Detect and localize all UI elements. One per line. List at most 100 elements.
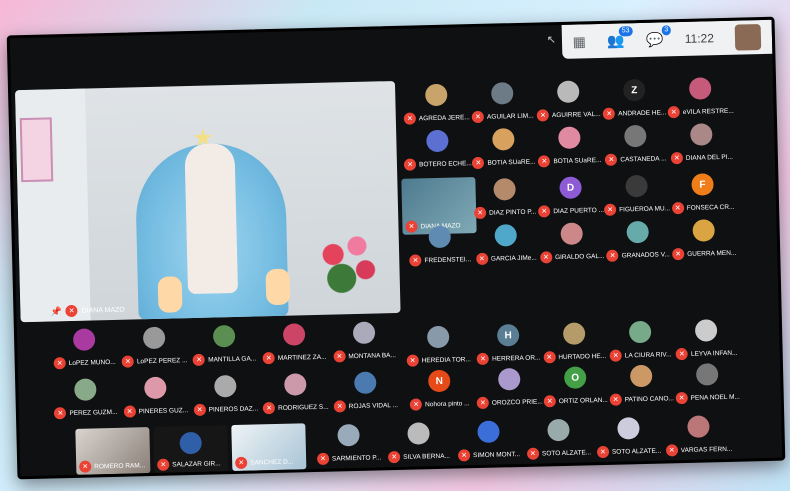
participant-tile[interactable]: F ✕ FONSECA CR... <box>665 171 740 219</box>
participant-tile[interactable]: ✕ HURTADO HE... <box>537 320 612 368</box>
participant-avatar <box>352 321 376 345</box>
participant-tile[interactable]: ✕ LEYVA INFAN... <box>669 317 744 365</box>
participant-tile[interactable]: ✕ ROJAS VIDAL ... <box>328 369 403 417</box>
participant-tile[interactable]: ✕ BOTERO ECHE... <box>400 127 475 175</box>
mic-off-icon: ✕ <box>457 449 471 462</box>
participant-name: AGREDA JERE... <box>418 113 470 122</box>
participant-tile[interactable]: ✕ GIRALDO GAL... <box>534 220 609 268</box>
participant-tile[interactable]: ✕ eVILA RESTRE... <box>663 75 738 123</box>
participant-avatar <box>692 219 715 242</box>
mic-off-icon: ✕ <box>670 151 683 165</box>
participant-tile[interactable]: ✕ GUERRA MEN... <box>666 217 741 265</box>
participant-name: MONTANA BA... <box>348 351 396 360</box>
participant-tile[interactable]: ✕ GRANADOS V... <box>600 218 675 266</box>
angel-figure <box>265 268 291 306</box>
participant-tile[interactable]: ✕ LA CIURA RIV... <box>603 318 678 366</box>
participant-tile[interactable]: ✕ BOTIA SUaRE... <box>466 125 541 173</box>
people-icon[interactable]: 👥 53 <box>607 25 633 49</box>
mic-off-icon: ✕ <box>53 357 66 370</box>
participant-avatar <box>688 77 712 100</box>
mic-off-icon: ✕ <box>526 447 540 460</box>
participant-avatar <box>426 129 449 153</box>
participant-name: DIAZ PUERTO ... <box>553 206 605 215</box>
participant-name: ROMERO RAM... <box>94 461 146 470</box>
participant-tile[interactable]: ✕ SIMON MONT... <box>451 418 526 466</box>
self-avatar[interactable] <box>734 24 762 51</box>
participant-name: SIMON MONT... <box>473 450 521 459</box>
mic-off-icon: ✕ <box>596 445 610 459</box>
participant-avatar <box>626 220 649 244</box>
participant-tile[interactable]: ✕ SARMIENTO P... <box>311 421 386 469</box>
participant-name: ORTIZ ORLAN... <box>558 396 608 405</box>
mic-off-icon: ✕ <box>543 351 556 364</box>
mic-off-icon: ✕ <box>193 403 206 416</box>
participant-tile[interactable]: ✕ FREDENSTEI... <box>402 223 477 271</box>
participant-tile[interactable]: ✕ MANTILLA GA... <box>187 322 262 370</box>
participant-tile[interactable]: ✕ CASTANEDA ... <box>598 122 673 170</box>
clock-time: 11:22 <box>684 31 715 46</box>
participant-tile[interactable]: D ✕ DIAZ PUERTO ... <box>533 174 608 222</box>
participant-tile[interactable]: ✕ LoPEZ MUNO... <box>47 326 122 374</box>
participant-tile[interactable]: ✕ DIANA DEL PI... <box>664 121 739 169</box>
participant-tile[interactable]: ✕ SOTO ALZATE... <box>521 416 596 464</box>
grid-layout-icon[interactable]: ▦ <box>572 33 586 50</box>
participant-tile[interactable]: ✕ LoPEZ PEREZ ... <box>117 324 192 372</box>
participant-tile[interactable]: ✕ MONTANA BA... <box>327 319 402 367</box>
participant-name: OROZCO PRIE... <box>491 397 543 407</box>
participant-tile[interactable]: Z ✕ ANDRADE HE... <box>597 76 672 124</box>
participant-video-tile[interactable]: ✕ SALAZAR GIR... <box>153 425 229 473</box>
main-speaker-video[interactable]: ★ 📌 ✕ DIANA MAZO <box>15 80 401 323</box>
participant-tile[interactable]: ✕ VARGAS FERN... <box>661 413 736 461</box>
participant-avatar <box>547 418 570 442</box>
participant-tile[interactable]: ✕ FIGUEROA MU... <box>599 172 674 220</box>
participant-tile[interactable]: N ✕ Nohora pinto ... <box>402 367 477 415</box>
participant-tile[interactable]: ✕ SOTO ALZATE... <box>591 414 666 462</box>
participant-name: PATINO CANO... <box>624 394 674 403</box>
participant-avatar <box>494 224 517 247</box>
participant-tile[interactable]: O ✕ ORTIZ ORLAN... <box>538 364 613 412</box>
participant-avatar <box>72 328 96 351</box>
main-speaker-label: 📌 ✕ DIANA MAZO <box>50 304 125 318</box>
participant-avatar <box>337 423 360 447</box>
participant-tile[interactable]: ✕ HEREDIA TOR... <box>401 323 476 371</box>
participant-tile[interactable]: ✕ PATINO CANO... <box>604 362 679 410</box>
participant-name: MARTINEZ ZA... <box>277 353 327 362</box>
participant-avatar <box>695 363 719 386</box>
participant-tile[interactable]: ✕ AGUIRRE VAL... <box>531 78 606 126</box>
participant-tile[interactable]: ✕ OROZCO PRIE... <box>472 365 547 413</box>
participant-name: Nohora pinto ... <box>425 399 470 408</box>
participant-tile[interactable]: ✕ PENA NOEL M... <box>670 361 745 409</box>
participant-name: SILVA BERNA... <box>403 452 451 461</box>
mic-off-icon: ✕ <box>403 112 417 125</box>
chat-count-badge: 3 <box>661 24 672 35</box>
participant-name: SOTO ALZATE... <box>611 447 662 456</box>
participant-tile[interactable]: ✕ GARCIA JIMe... <box>468 221 543 269</box>
participant-video-tile[interactable]: ✕ SANCHEZ D... <box>231 423 307 472</box>
participant-tile[interactable]: ✕ RODRIGUEZ S... <box>258 371 333 419</box>
participant-tile[interactable]: ✕ BOTIA SUaRE... <box>532 124 607 172</box>
participant-name: BOTERO ECHE... <box>419 159 472 168</box>
participant-avatar <box>407 422 430 445</box>
participant-tile[interactable]: ✕ SILVA BERNA... <box>381 420 456 468</box>
participant-tile[interactable]: ✕ PINEROS DAZ... <box>188 372 263 420</box>
mic-off-icon: ✕ <box>333 400 346 413</box>
participant-name: SALAZAR GIR... <box>172 459 221 469</box>
participant-avatar <box>560 222 583 245</box>
participant-tile[interactable]: ✕ AGUILAR LIM... <box>465 79 540 127</box>
participant-avatar: D <box>559 176 582 199</box>
participant-avatar <box>556 80 580 104</box>
participant-tile[interactable]: ✕ MARTINEZ ZA... <box>257 321 332 369</box>
chat-icon[interactable]: 💬 3 <box>646 24 672 48</box>
participant-tile[interactable]: ✕ PINERES GUZ... <box>118 374 193 422</box>
participant-tile[interactable]: ✕ AGREDA JERE... <box>399 81 474 129</box>
participant-avatar <box>617 417 640 440</box>
participant-avatar <box>628 320 652 344</box>
participant-avatar <box>425 83 448 107</box>
participant-tile[interactable]: ✕ PEREZ GUZM... <box>48 376 123 424</box>
participant-tile[interactable]: ✕ DIAZ PINTO P... <box>467 175 542 223</box>
participant-tile[interactable]: H ✕ HERRERA OR... <box>471 321 546 369</box>
pin-icon[interactable]: 📌 <box>50 306 61 317</box>
participant-name: ROJAS VIDAL ... <box>348 401 399 410</box>
participant-video-tile[interactable]: ✕ ROMERO RAM... <box>75 427 151 475</box>
participant-avatar <box>214 374 237 398</box>
